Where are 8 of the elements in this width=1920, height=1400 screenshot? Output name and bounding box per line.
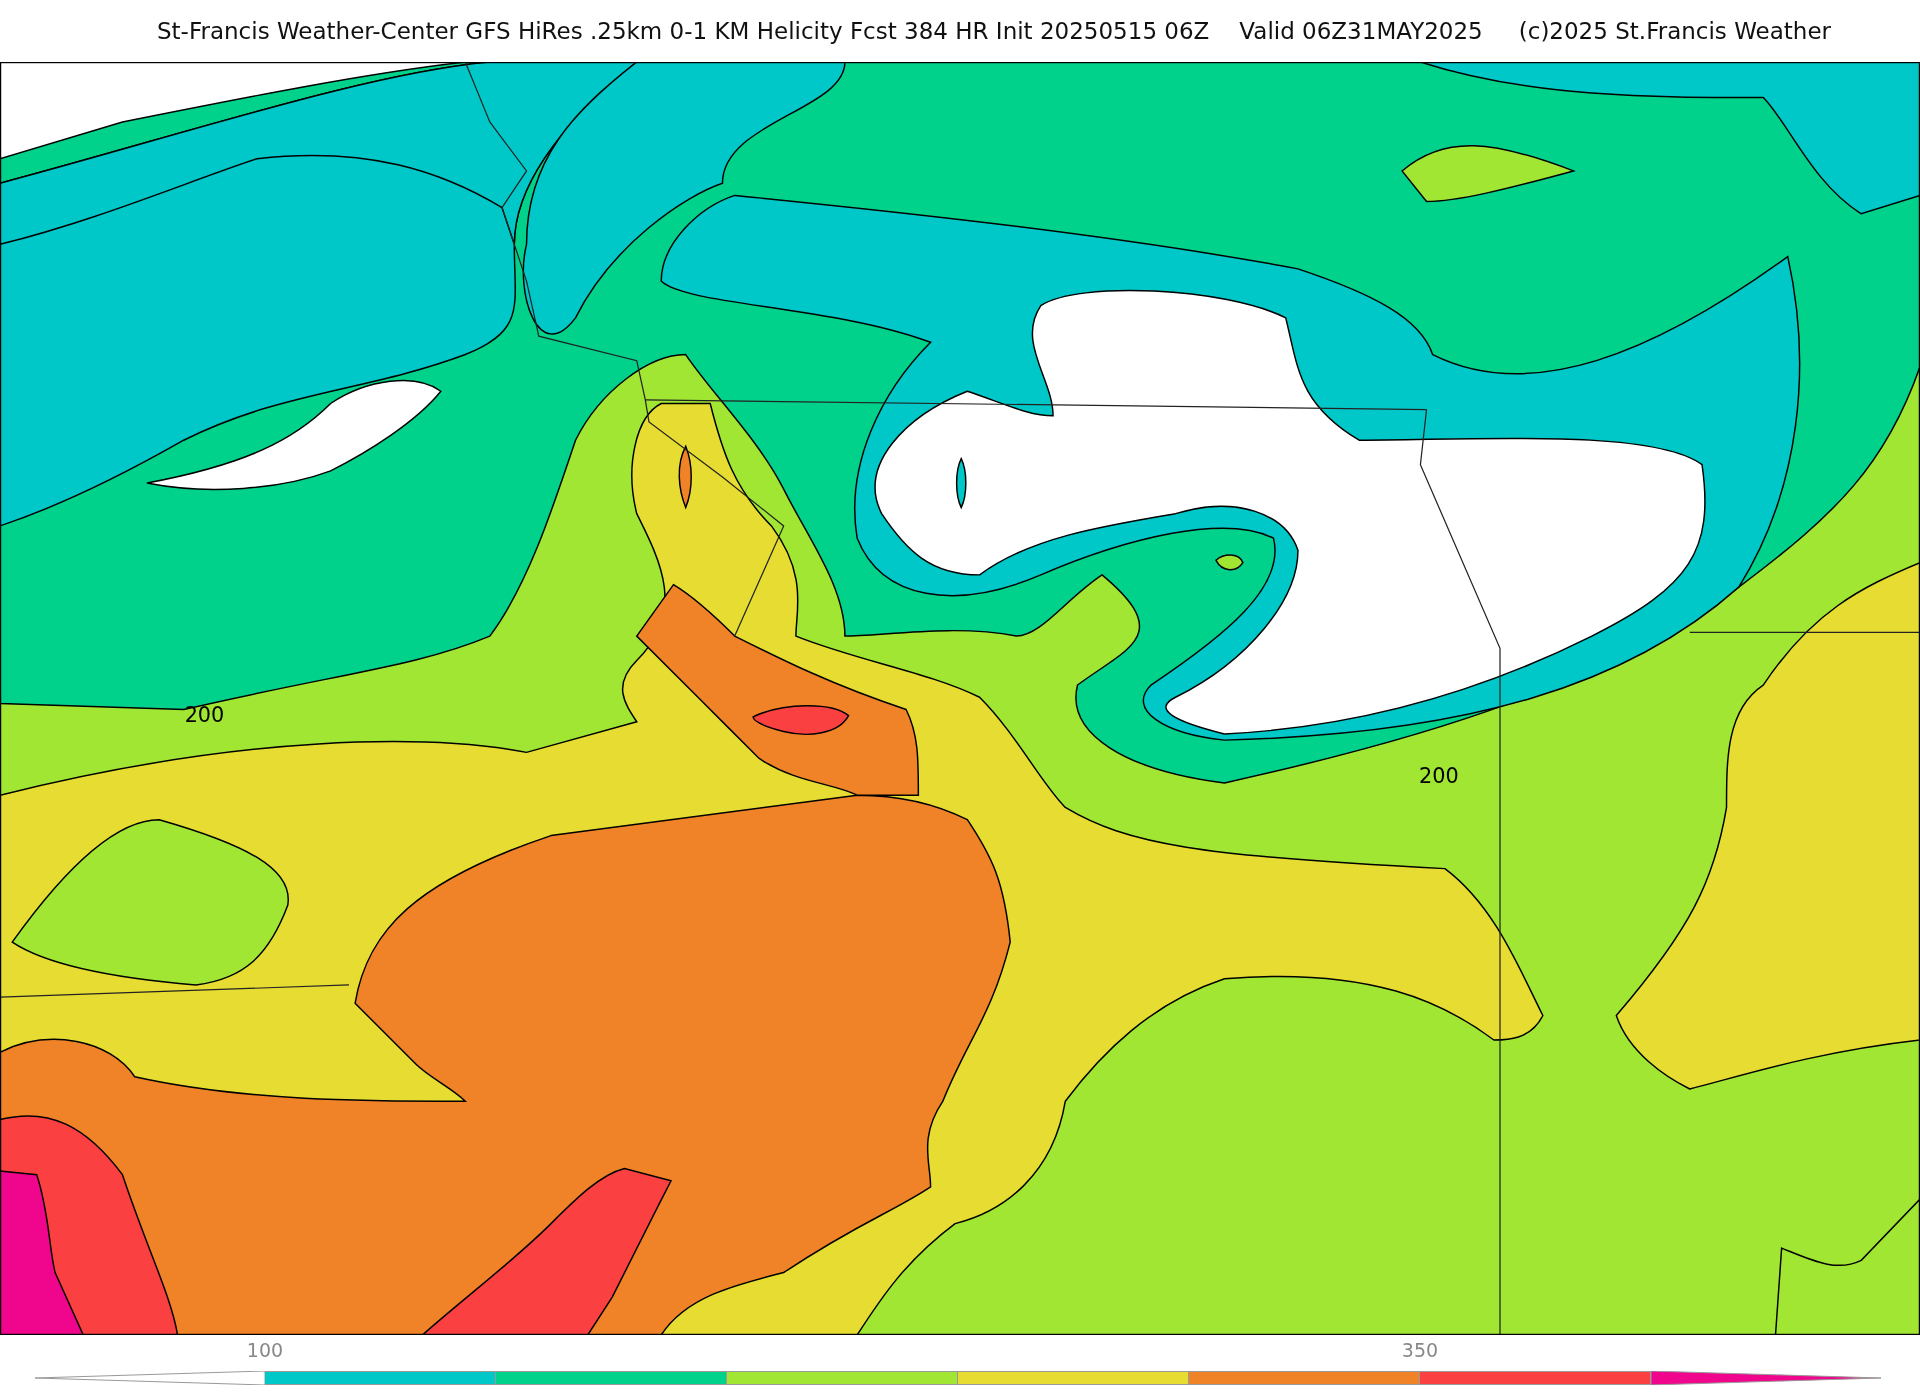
colorbar-tick-label: 100 [245,1339,285,1361]
colorbar-tick-label: 350 [1400,1339,1440,1361]
title-text: Valid 06Z31MAY2025 [1239,18,1483,44]
helicity-contour-area [678,445,692,509]
title-text: St-Francis Weather-Center GFS HiRes .25km 0-1 KM Helicity Fcst 384 HR Init 20250515 06Z [157,18,1210,44]
contour-label: 200 [184,702,225,727]
title-text: (c)2025 St.Francis Weather [1518,18,1831,44]
contour-label: 200 [1418,763,1459,788]
